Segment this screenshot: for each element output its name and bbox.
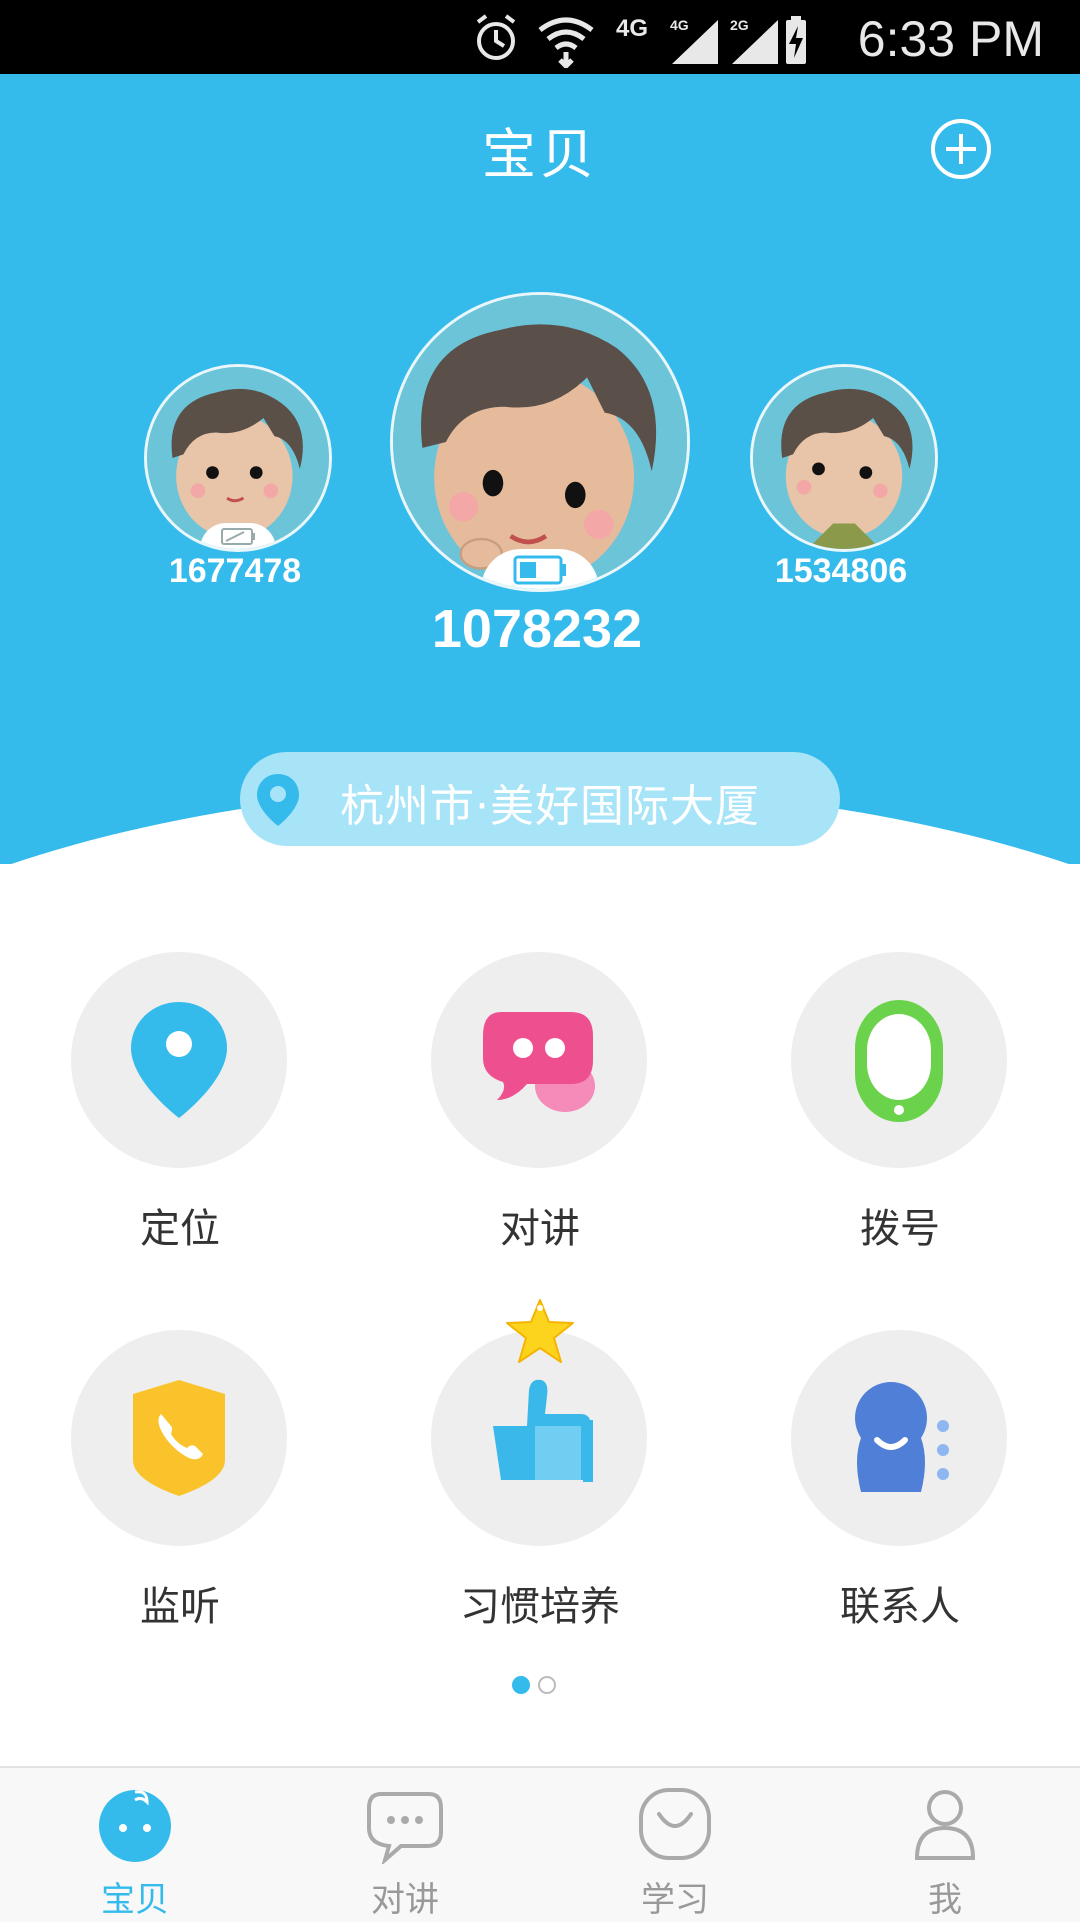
signal-4g-icon: 4G 4G [616, 15, 718, 64]
nav-study[interactable]: 学习 [540, 1768, 810, 1922]
nav-intercom[interactable]: 对讲 [270, 1768, 540, 1922]
location-text: 杭州市·美好国际大厦 [340, 781, 760, 832]
feature-label: 拨号 [860, 1206, 940, 1252]
feature-label: 对讲 [500, 1206, 580, 1252]
chat-icon [367, 1792, 443, 1864]
page-title: 宝贝 [482, 123, 598, 186]
alarm-icon [476, 14, 516, 60]
smile-icon [639, 1788, 711, 1860]
feature-monitor[interactable]: 监听 [30, 1330, 330, 1650]
svg-text:4G: 4G [670, 17, 689, 33]
location-bar[interactable]: 杭州市·美好国际大厦 [240, 752, 840, 846]
baby-id-right: 1534806 [774, 552, 908, 590]
location-icon [131, 1002, 227, 1118]
wifi-icon [538, 17, 594, 68]
plus-circle-icon[interactable] [930, 118, 992, 180]
page-dot-active [512, 1676, 530, 1694]
pin-icon [257, 774, 299, 826]
baby-header: 宝贝 1677478 1078232 1534806 [0, 74, 1080, 864]
feature-label: 习惯培养 [460, 1584, 620, 1630]
feature-label: 监听 [140, 1584, 220, 1630]
signal-2g-icon: 2G [730, 17, 778, 64]
svg-text:4G: 4G [616, 15, 648, 42]
nav-label: 对讲 [371, 1880, 439, 1920]
baby-avatar-left[interactable] [144, 364, 332, 552]
status-time: 6:33 PM [857, 11, 1044, 67]
boy-face-icon [393, 295, 687, 589]
battery-medium-icon [481, 549, 599, 589]
watch-icon [855, 1000, 943, 1122]
baby-avatar-right[interactable] [750, 364, 938, 552]
baby-avatar-center[interactable] [390, 292, 690, 592]
nav-label: 学习 [641, 1880, 709, 1920]
page-dot [538, 1676, 556, 1694]
baby-id-center: 1078232 [431, 599, 643, 659]
contact-icon [855, 1382, 949, 1492]
nav-baby[interactable]: 宝贝 [0, 1768, 270, 1922]
boy-face-icon [147, 367, 329, 549]
nav-label: 宝贝 [101, 1880, 169, 1920]
chat-bubble-icon [483, 1012, 595, 1112]
bottom-nav: 宝贝 对讲 学习 我 [0, 1766, 1080, 1922]
feature-label: 定位 [140, 1206, 220, 1252]
battery-charging-icon [786, 16, 806, 64]
baby-id-left: 1677478 [168, 552, 302, 590]
person-icon [914, 1790, 976, 1860]
status-bar: 4G 4G 2G 6:33 PM [0, 0, 1080, 74]
battery-low-icon [200, 523, 276, 549]
star-icon [506, 1299, 574, 1363]
page-indicator [508, 1676, 568, 1698]
feature-intercom[interactable]: 对讲 [390, 952, 690, 1272]
feature-dial[interactable]: 拨号 [750, 952, 1050, 1272]
status-icons: 4G 4G 2G [476, 14, 806, 68]
phone-shield-icon [133, 1380, 225, 1496]
svg-text:2G: 2G [730, 17, 749, 33]
feature-habit[interactable]: 习惯培养 [390, 1330, 690, 1650]
feature-label: 联系人 [840, 1584, 960, 1630]
boy-face-icon [753, 367, 935, 549]
nav-label: 我 [928, 1880, 962, 1920]
baby-icon [99, 1790, 171, 1862]
feature-contacts[interactable]: 联系人 [750, 1330, 1050, 1650]
nav-me[interactable]: 我 [810, 1768, 1080, 1922]
feature-locate[interactable]: 定位 [30, 952, 330, 1272]
